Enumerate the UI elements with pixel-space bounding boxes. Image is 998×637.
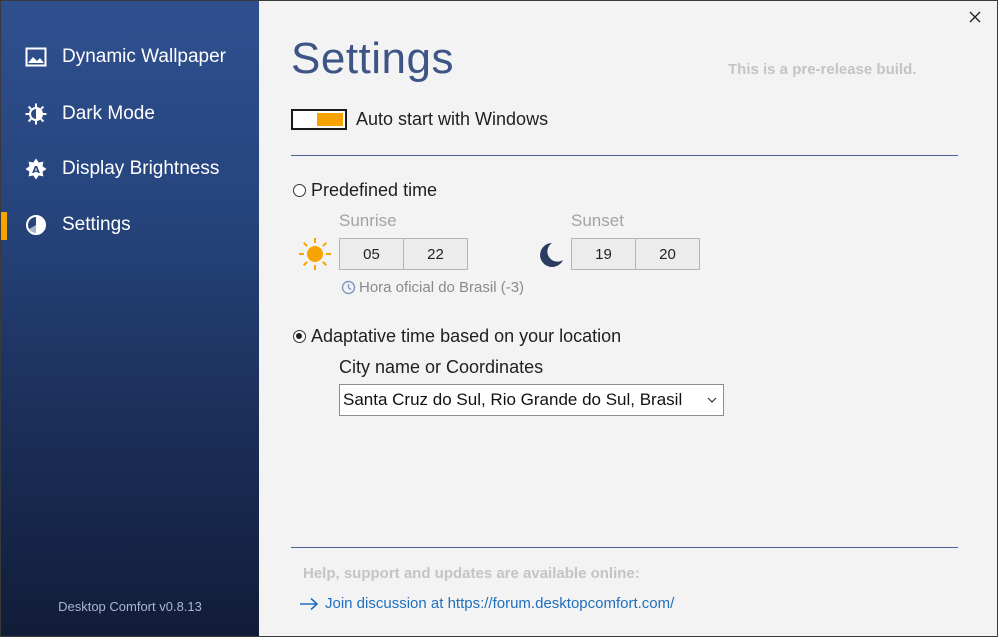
sidebar-item-settings[interactable]: Settings [1, 205, 259, 245]
close-icon [969, 11, 981, 23]
toggle-thumb [317, 113, 343, 126]
moon-icon [535, 240, 565, 275]
svg-text:A: A [32, 165, 40, 176]
timezone-label: Hora oficial do Brasil (-3) [359, 279, 525, 296]
help-label: Help, support and updates are available … [303, 565, 640, 582]
app-window: Dynamic Wallpaper Dark Mode A Display Br… [0, 0, 998, 637]
sun-icon [298, 237, 332, 276]
page-title: Settings [291, 34, 454, 83]
half-circle-icon [25, 214, 47, 236]
sidebar: Dynamic Wallpaper Dark Mode A Display Br… [1, 1, 259, 636]
sunrise-minute-input[interactable]: 22 [403, 238, 468, 270]
adaptive-time-radio[interactable] [293, 330, 306, 343]
sun-half-icon [25, 103, 47, 125]
sunrise-hour-input[interactable]: 05 [339, 238, 404, 270]
sidebar-item-label: Dark Mode [62, 103, 155, 124]
active-indicator [1, 212, 7, 240]
sunset-minute-input[interactable]: 20 [635, 238, 700, 270]
predefined-time-radio[interactable] [293, 184, 306, 197]
sidebar-item-label: Display Brightness [62, 158, 220, 179]
chevron-down-icon [707, 397, 717, 403]
autostart-label: Auto start with Windows [356, 109, 549, 129]
sunset-label: Sunset [571, 211, 624, 230]
sidebar-item-label: Dynamic Wallpaper [62, 46, 227, 67]
divider [291, 547, 958, 548]
close-button[interactable] [965, 7, 985, 27]
forum-link[interactable]: Join discussion at https://forum.desktop… [299, 595, 674, 612]
image-icon [25, 46, 47, 68]
city-select[interactable]: Santa Cruz do Sul, Rio Grande do Sul, Br… [339, 384, 724, 416]
forum-link-text: Join discussion at https://forum.desktop… [325, 595, 675, 612]
predefined-time-label[interactable]: Predefined time [311, 180, 437, 201]
autostart-toggle[interactable] [291, 109, 347, 130]
sidebar-item-display-brightness[interactable]: A Display Brightness [1, 149, 259, 189]
sidebar-item-dynamic-wallpaper[interactable]: Dynamic Wallpaper [1, 37, 259, 77]
sunset-hour-input[interactable]: 19 [571, 238, 636, 270]
divider [291, 155, 958, 156]
brightness-icon: A [25, 158, 47, 180]
prerelease-notice: This is a pre-release build. [728, 61, 917, 78]
version-label: Desktop Comfort v0.8.13 [58, 599, 202, 614]
sidebar-item-dark-mode[interactable]: Dark Mode [1, 94, 259, 134]
globe-clock-icon [341, 280, 356, 300]
city-select-value: Santa Cruz do Sul, Rio Grande do Sul, Br… [343, 390, 683, 409]
adaptive-time-label[interactable]: Adaptative time based on your location [311, 326, 621, 347]
sidebar-item-label: Settings [62, 214, 131, 235]
sunrise-label: Sunrise [339, 211, 397, 230]
city-label: City name or Coordinates [339, 357, 544, 377]
arrow-right-icon [300, 597, 319, 610]
